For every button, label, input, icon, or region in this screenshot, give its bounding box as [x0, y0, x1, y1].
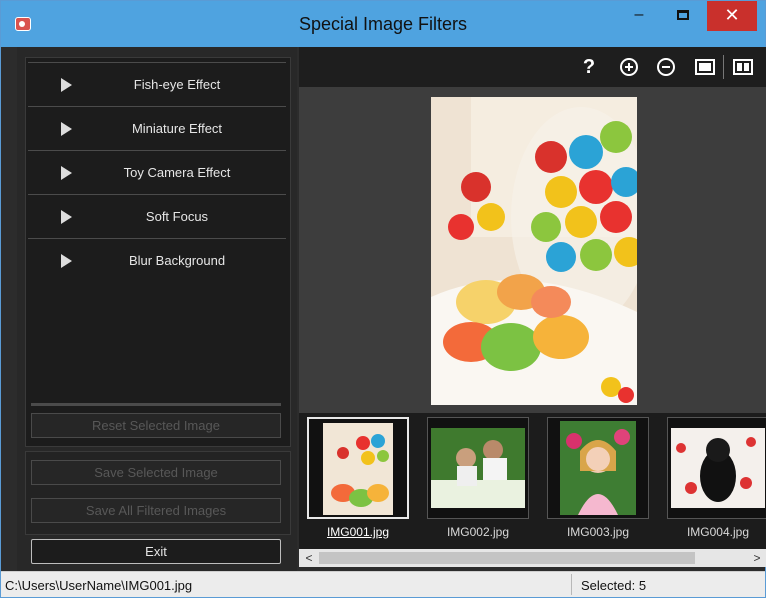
effects-panel: Fish-eye Effect Miniature Effect Toy Cam…	[17, 47, 297, 571]
thumbnail-frame	[547, 417, 649, 519]
effect-soft-focus[interactable]: Soft Focus	[28, 194, 286, 238]
effect-label: Soft Focus	[145, 209, 209, 224]
effect-blur-background[interactable]: Blur Background	[28, 238, 286, 282]
thumbnail-image	[671, 428, 765, 508]
zoom-in-icon[interactable]	[617, 56, 641, 78]
scroll-left-icon[interactable]: <	[301, 550, 317, 566]
preview-toolbar: ?	[299, 47, 766, 87]
title-bar: Special Image Filters – ✕	[1, 1, 765, 47]
thumbnail-name: IMG004.jpg	[686, 525, 750, 539]
effect-label: Toy Camera Effect	[123, 165, 231, 180]
thumbnail-image	[560, 421, 636, 515]
save-selected-image-button[interactable]: Save Selected Image	[31, 460, 281, 485]
scrollbar-thumb[interactable]	[319, 552, 695, 564]
status-selected-count: Selected: 5	[581, 578, 647, 593]
thumbnail-image	[323, 423, 393, 515]
help-icon[interactable]: ?	[577, 56, 601, 78]
zoom-out-icon[interactable]	[654, 56, 678, 78]
effect-label: Miniature Effect	[131, 121, 223, 136]
preview-area	[299, 87, 766, 413]
thumbnail-item[interactable]: IMG003.jpg	[547, 417, 649, 543]
effect-label: Fish-eye Effect	[133, 77, 221, 92]
effect-label: Blur Background	[128, 253, 226, 268]
thumbnail-scrollbar[interactable]: < >	[299, 549, 766, 567]
full-screen-icon[interactable]	[693, 56, 717, 78]
maximize-icon	[677, 10, 689, 20]
toolbar-divider	[723, 55, 724, 79]
compare-view-icon[interactable]	[731, 56, 755, 78]
effect-toy-camera[interactable]: Toy Camera Effect	[28, 150, 286, 194]
maximize-button[interactable]	[663, 1, 703, 31]
scroll-right-icon[interactable]: >	[749, 550, 765, 566]
thumbnail-name: IMG003.jpg	[566, 525, 630, 539]
thumbnail-strip: IMG001.jpg IMG002.jpg IMG003.jpg IMG004.…	[299, 413, 766, 549]
thumbnail-item[interactable]: IMG002.jpg	[427, 417, 529, 543]
save-all-filtered-images-button[interactable]: Save All Filtered Images	[31, 498, 281, 523]
effects-list: Fish-eye Effect Miniature Effect Toy Cam…	[25, 57, 291, 447]
reset-selected-image-button[interactable]: Reset Selected Image	[31, 413, 281, 438]
thumbnail-image	[431, 428, 525, 508]
effect-miniature[interactable]: Miniature Effect	[28, 106, 286, 150]
thumbnail-frame	[307, 417, 409, 519]
special-image-filters-window: Special Image Filters – ✕ Fish-eye Effec…	[0, 0, 766, 598]
divider	[31, 403, 281, 406]
thumbnail-frame	[667, 417, 766, 519]
thumbnail-name: IMG002.jpg	[446, 525, 510, 539]
minimize-button[interactable]: –	[619, 1, 659, 31]
close-button[interactable]: ✕	[707, 1, 757, 31]
exit-button[interactable]: Exit	[31, 539, 281, 564]
thumbnail-item[interactable]: IMG001.jpg	[307, 417, 409, 543]
save-group: Save Selected Image Save All Filtered Im…	[25, 451, 291, 535]
thumbnail-name: IMG001.jpg	[326, 525, 390, 539]
status-divider	[571, 574, 572, 595]
thumbnail-frame	[427, 417, 529, 519]
status-file-path: C:\Users\UserName\IMG001.jpg	[5, 578, 193, 593]
preview-image	[431, 97, 637, 405]
thumbnail-item[interactable]: IMG004.jpg	[667, 417, 766, 543]
status-bar: C:\Users\UserName\IMG001.jpg Selected: 5	[1, 571, 765, 597]
effect-fish-eye[interactable]: Fish-eye Effect	[28, 62, 286, 106]
